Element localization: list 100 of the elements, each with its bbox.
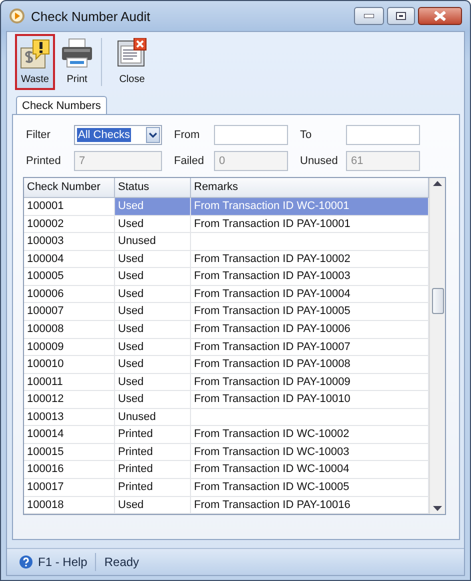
table-row[interactable]: 100017 Printed From Transaction ID WC-10005 [24,479,429,497]
table-cell: Used [115,356,191,374]
table-cell: From Transaction ID PAY-10006 [191,320,429,338]
table-cell: From Transaction ID PAY-10010 [191,391,429,409]
table-cell: 100010 [24,356,115,374]
table-cell: 100003 [24,233,115,251]
table-row[interactable]: 100002 Used From Transaction ID PAY-10001 [24,216,429,234]
tab[interactable]: Check Numbers [16,96,107,115]
table-row[interactable]: 100003 Unused [24,233,429,251]
table-cell: Printed [115,479,191,497]
minimize-button[interactable] [354,7,384,25]
table-row[interactable]: 100014 Printed From Transaction ID WC-10002 [24,426,429,444]
table-row[interactable]: 100013 Unused [24,408,429,426]
table-row[interactable]: 100008 Used From Transaction ID PAY-10006 [24,320,429,338]
filter-label: Filter [26,129,52,141]
table-cell: Used [115,303,191,321]
table-row[interactable]: 100010 Used From Transaction ID PAY-10008 [24,356,429,374]
table-cell: 100015 [24,444,115,462]
table-cell: Used [115,338,191,356]
table-cell: Used [115,198,191,216]
table-cell: 100006 [24,286,115,304]
table-cell: From Transaction ID PAY-10003 [191,268,429,286]
print-button[interactable]: Print [57,34,97,90]
table-row[interactable]: 100011 Used From Transaction ID PAY-10009 [24,374,429,392]
table-cell: 100012 [24,391,115,409]
table-row[interactable]: 100015 Printed From Transaction ID WC-10003 [24,444,429,462]
printer-icon [61,38,93,68]
column-header[interactable]: Check Number [24,178,115,198]
table-row[interactable]: 100007 Used From Transaction ID PAY-10005 [24,303,429,321]
table-cell: From Transaction ID WC-10005 [191,479,429,497]
table-row[interactable]: 100001 Used From Transaction ID WC-10001 [24,198,429,216]
table-cell: From Transaction ID PAY-10002 [191,250,429,268]
close-button[interactable] [418,7,462,25]
table-cell: From Transaction ID WC-10001 [191,198,429,216]
from-field[interactable] [214,125,288,145]
table-cell: Used [115,496,191,514]
window-title: Check Number Audit [31,8,152,24]
table-cell: 100017 [24,479,115,497]
table-cell: From Transaction ID PAY-10007 [191,338,429,356]
scroll-down-icon[interactable] [433,506,442,512]
table-cell: From Transaction ID WC-10003 [191,444,429,462]
table-cell: From Transaction ID PAY-10001 [191,216,429,234]
table-row[interactable]: 100005 Used From Transaction ID PAY-10003 [24,268,429,286]
table-cell: 100013 [24,408,115,426]
table-row[interactable]: 100012 Used From Transaction ID PAY-10010 [24,391,429,409]
table-cell: 100014 [24,426,115,444]
failed-count-field: 0 [214,151,288,171]
table-cell: Unused [115,408,191,426]
table-cell: Printed [115,426,191,444]
failed-label: Failed [174,155,205,167]
help-hint: F1 - Help [38,555,88,569]
filter-dropdown[interactable]: All Checks [74,125,162,145]
minimize-icon [364,14,374,18]
table-cell: 100011 [24,374,115,392]
table-cell: 100009 [24,338,115,356]
table-cell: Used [115,391,191,409]
close-button[interactable]: Close [112,34,152,90]
scroll-up-icon[interactable] [433,180,442,186]
maximize-button[interactable] [387,7,415,25]
table-cell: From Transaction ID PAY-10008 [191,356,429,374]
table-cell: From Transaction ID PAY-10005 [191,303,429,321]
table-cell: 100005 [24,268,115,286]
table-cell: Used [115,250,191,268]
to-field[interactable] [346,125,420,145]
scrollbar[interactable] [429,178,445,514]
column-header[interactable]: Status [115,178,191,198]
table-row[interactable]: 100016 Printed From Transaction ID WC-10004 [24,461,429,479]
status-text: Ready [104,555,140,569]
warning-money-icon [19,38,51,70]
table-cell: Unused [115,233,191,251]
table-cell: Used [115,216,191,234]
table-cell: From Transaction ID WC-10004 [191,461,429,479]
table-cell: 100002 [24,216,115,234]
table-cell: 100007 [24,303,115,321]
from-label: From [174,129,201,141]
table-row[interactable]: 100018 Used From Transaction ID PAY-10016 [24,496,429,514]
table-row[interactable]: 100004 Used From Transaction ID PAY-10002 [24,250,429,268]
table-cell: Used [115,286,191,304]
unused-label: Unused [300,155,339,167]
to-label: To [300,129,313,141]
printed-count-field: 7 [74,151,162,171]
table-cell: From Transaction ID PAY-10004 [191,286,429,304]
waste-button[interactable]: Waste [15,34,55,90]
column-header[interactable]: Remarks [191,178,429,198]
table-cell: From Transaction ID WC-10002 [191,426,429,444]
unused-count-field: 61 [346,151,420,171]
table-row[interactable]: 100006 Used From Transaction ID PAY-10004 [24,286,429,304]
document-close-icon [117,38,147,68]
close-icon [433,11,447,21]
table-cell: Used [115,268,191,286]
table-cell: 100004 [24,250,115,268]
help-icon [19,555,33,569]
caret-icon [146,127,160,143]
scroll-thumb[interactable] [432,288,444,314]
table-cell: From Transaction ID PAY-10016 [191,496,429,514]
table-cell: Used [115,320,191,338]
table-row[interactable]: 100009 Used From Transaction ID PAY-10007 [24,338,429,356]
app-icon [9,8,25,24]
table-cell: Printed [115,444,191,462]
maximize-icon [396,12,406,20]
